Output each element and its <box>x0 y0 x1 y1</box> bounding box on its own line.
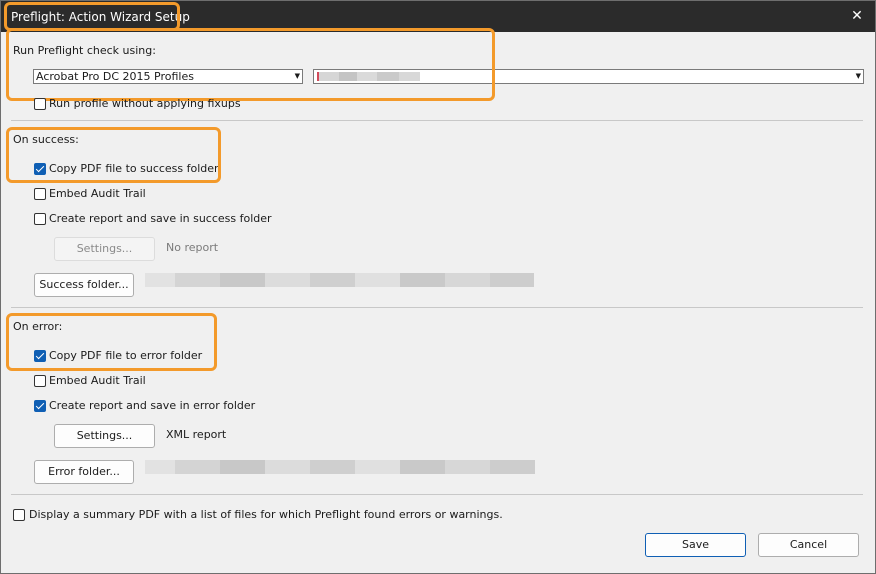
no-fixups-label: Run profile without applying fixups <box>49 97 241 110</box>
highlight-run-check <box>6 28 495 101</box>
summary-checkbox[interactable] <box>13 509 25 521</box>
redacted-success-path <box>145 273 534 287</box>
report-success-checkbox[interactable] <box>34 213 46 225</box>
divider <box>11 307 863 308</box>
library-select[interactable]: Acrobat Pro DC 2015 Profiles ▼ <box>33 69 303 84</box>
redacted-profile-name <box>317 72 420 81</box>
run-check-label: Run Preflight check using: <box>13 44 156 57</box>
report-success-label: Create report and save in success folder <box>49 212 272 225</box>
success-report-status: No report <box>166 241 219 254</box>
on-error-heading: On error: <box>13 320 63 333</box>
audit-error-label: Embed Audit Trail <box>49 374 146 387</box>
audit-success-checkbox[interactable] <box>34 188 46 200</box>
no-fixups-checkbox[interactable] <box>34 98 46 110</box>
copy-error-label: Copy PDF file to error folder <box>49 349 203 362</box>
audit-error-checkbox[interactable] <box>34 375 46 387</box>
copy-error-checkbox[interactable] <box>34 350 46 362</box>
report-error-label: Create report and save in error folder <box>49 399 256 412</box>
copy-success-checkbox[interactable] <box>34 163 46 175</box>
preflight-dialog: Preflight: Action Wizard Setup ✕ Run Pre… <box>0 0 876 574</box>
success-settings-button[interactable]: Settings... <box>54 237 155 261</box>
report-error-checkbox[interactable] <box>34 400 46 412</box>
on-success-heading: On success: <box>13 133 79 146</box>
redacted-error-path <box>145 460 535 474</box>
profile-select[interactable]: ▼ <box>313 69 864 84</box>
save-button[interactable]: Save <box>645 533 746 557</box>
summary-label: Display a summary PDF with a list of fil… <box>29 508 503 521</box>
error-folder-button[interactable]: Error folder... <box>34 460 134 484</box>
error-report-status: XML report <box>166 428 227 441</box>
divider <box>11 120 863 121</box>
divider <box>11 494 863 495</box>
error-settings-button[interactable]: Settings... <box>54 424 155 448</box>
close-icon[interactable]: ✕ <box>845 5 869 27</box>
copy-success-label: Copy PDF file to success folder <box>49 162 219 175</box>
success-folder-button[interactable]: Success folder... <box>34 273 134 297</box>
chevron-down-icon: ▼ <box>294 72 300 80</box>
audit-success-label: Embed Audit Trail <box>49 187 146 200</box>
title-bar: Preflight: Action Wizard Setup ✕ <box>1 1 875 32</box>
chevron-down-icon: ▼ <box>855 72 861 80</box>
cancel-button[interactable]: Cancel <box>758 533 859 557</box>
library-select-value: Acrobat Pro DC 2015 Profiles <box>36 70 194 83</box>
window-title: Preflight: Action Wizard Setup <box>11 10 190 24</box>
